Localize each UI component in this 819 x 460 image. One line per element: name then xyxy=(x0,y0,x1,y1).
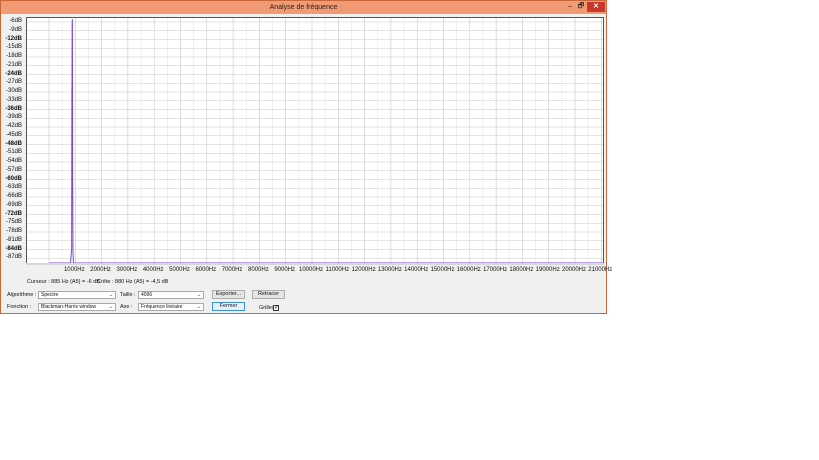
x-tick-label: 19000Hz xyxy=(535,267,560,273)
y-tick-label: -75dB xyxy=(5,219,22,226)
chevron-down-icon: ⌄ xyxy=(108,304,113,310)
y-tick-label: -15dB xyxy=(5,44,22,51)
x-tick-label: 11000Hz xyxy=(325,267,350,273)
spectrum-svg xyxy=(27,18,603,263)
y-tick-label: -9dB xyxy=(9,26,22,33)
x-tick-label: 8000Hz xyxy=(248,267,269,273)
size-label: Taille : xyxy=(120,292,136,298)
window-title: Analyse de fréquence xyxy=(269,4,338,11)
maximize-icon[interactable]: 🗗 xyxy=(576,2,586,12)
close-icon[interactable]: ✕ xyxy=(587,2,605,12)
size-value: 4096 xyxy=(141,292,153,298)
x-tick-label: 10000Hz xyxy=(298,267,324,273)
y-tick-label: -81dB xyxy=(5,236,22,243)
y-tick-label: -60dB xyxy=(5,175,22,182)
x-tick-label: 7000Hz xyxy=(221,267,243,273)
y-tick-label: -66dB xyxy=(5,193,22,199)
spectrum-series-line xyxy=(49,19,603,263)
y-tick-label: -54dB xyxy=(5,158,22,164)
y-tick-label: -18dB xyxy=(5,53,22,59)
x-tick-label: 9000Hz xyxy=(274,267,296,273)
titlebar[interactable]: Analyse de fréquence – 🗗 ✕ xyxy=(1,1,606,14)
spectrum-plot[interactable] xyxy=(26,17,604,264)
grids-checkbox[interactable]: ✓ xyxy=(273,305,279,311)
chevron-down-icon: ⌄ xyxy=(196,292,201,298)
function-label: Fonction : xyxy=(7,304,32,310)
y-tick-label: -84dB xyxy=(5,245,22,252)
horizontal-scrollbar[interactable] xyxy=(26,263,604,265)
x-tick-label: 12000Hz xyxy=(351,267,376,273)
axis-value: Fréquence linéaire xyxy=(141,304,183,310)
x-tick-label: 4000Hz xyxy=(142,267,164,273)
axis-label: Axe : xyxy=(120,304,133,310)
y-tick-label: -12dB xyxy=(5,35,22,42)
x-tick-label: 20000Hz xyxy=(561,267,587,273)
chevron-down-icon: ⌄ xyxy=(196,304,201,310)
y-tick-label: -39dB xyxy=(5,114,22,121)
y-tick-label: -72dB xyxy=(5,210,22,217)
axis-select[interactable]: Fréquence linéaire ⌄ xyxy=(138,303,204,311)
y-tick-label: -42dB xyxy=(5,123,22,129)
x-tick-label: 21000Hz xyxy=(588,267,613,273)
y-tick-label: -24dB xyxy=(5,70,22,77)
y-tick-label: -87dB xyxy=(5,254,22,261)
minimize-icon[interactable]: – xyxy=(565,2,575,12)
cursor-readout: Curseur : 885 Hz (A5) = -6 dB xyxy=(27,279,100,285)
y-tick-label: -69dB xyxy=(5,201,22,208)
y-tick-label: -6dB xyxy=(9,18,22,24)
x-tick-label: 3000Hz xyxy=(116,267,138,273)
x-tick-label: 18000Hz xyxy=(509,267,534,273)
peak-readout: Crête : 880 Hz (A5) = -4,5 dB xyxy=(97,279,169,285)
algorithm-value: Spectre xyxy=(41,292,59,298)
x-tick-label: 14000Hz xyxy=(404,267,429,273)
algorithm-select[interactable]: Spectre ⌄ xyxy=(38,291,116,299)
chevron-down-icon: ⌄ xyxy=(108,292,113,298)
algorithm-label: Algorithme : xyxy=(7,292,37,298)
x-tick-label: 2000Hz xyxy=(90,267,111,273)
y-tick-label: -78dB xyxy=(5,228,22,234)
y-tick-label: -21dB xyxy=(5,61,22,68)
x-tick-label: 1000Hz xyxy=(63,267,85,273)
x-tick-label: 6000Hz xyxy=(195,267,217,273)
replot-button[interactable]: Retracer xyxy=(252,290,285,299)
y-tick-label: -45dB xyxy=(5,131,22,138)
function-value: Blackman-Harris window xyxy=(41,304,97,310)
x-tick-label: 15000Hz xyxy=(430,267,455,273)
frequency-analysis-window: Analyse de fréquence – 🗗 ✕ -6dB -9dB -12dB… xyxy=(0,0,612,314)
y-tick-label: -63dB xyxy=(5,184,22,191)
x-tick-label: 5000Hz xyxy=(169,267,190,273)
size-select[interactable]: 4096 ⌄ xyxy=(138,291,204,299)
y-tick-label: -33dB xyxy=(5,96,22,103)
y-tick-label: -30dB xyxy=(5,88,22,94)
y-tick-label: -48dB xyxy=(5,140,22,147)
x-tick-label: 13000Hz xyxy=(377,267,402,273)
export-button[interactable]: Exporter... xyxy=(212,290,245,299)
function-select[interactable]: Blackman-Harris window ⌄ xyxy=(38,303,116,311)
y-tick-label: -27dB xyxy=(5,79,22,86)
y-tick-label: -57dB xyxy=(5,166,22,173)
close-button[interactable]: Fermer xyxy=(212,302,245,311)
y-tick-label: -51dB xyxy=(5,149,22,156)
x-tick-label: 17000Hz xyxy=(483,267,508,273)
x-tick-label: 16000Hz xyxy=(456,267,481,273)
y-tick-label: -36dB xyxy=(5,105,22,112)
